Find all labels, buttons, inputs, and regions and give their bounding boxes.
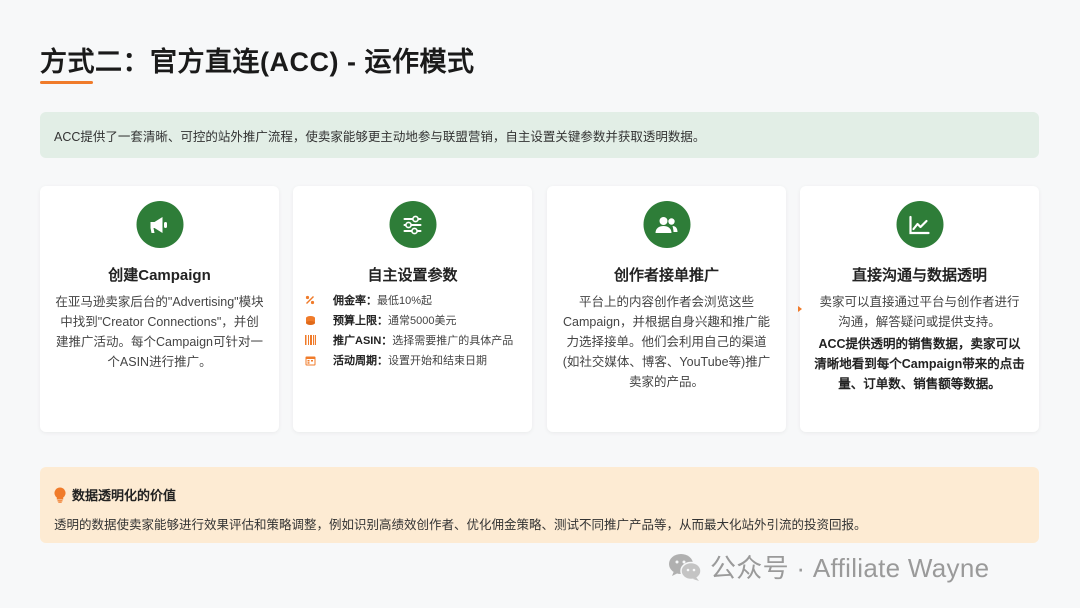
card-body: 卖家可以直接通过平台与创作者进行沟通，解答疑问或提供支持。 ACC提供透明的销售… bbox=[814, 292, 1025, 394]
value-title: 数据透明化的价值 bbox=[72, 488, 177, 503]
value-body: 透明的数据使卖家能够进行效果评估和策略调整，例如识别高绩效创作者、优化佣金策略、… bbox=[54, 518, 867, 532]
card-body-text: 卖家可以直接通过平台与创作者进行沟通，解答疑问或提供支持。 bbox=[819, 295, 1020, 329]
value-callout: 数据透明化的价值 透明的数据使卖家能够进行效果评估和策略调整，例如识别高绩效创作… bbox=[40, 467, 1039, 543]
intro-text: ACC提供了一套清晰、可控的站外推广流程，使卖家能够更主动地参与联盟营销，自主设… bbox=[54, 129, 706, 144]
card-title: 创作者接单推广 bbox=[613, 267, 719, 284]
title-underline bbox=[40, 81, 93, 84]
param-value: 通常5000美元 bbox=[388, 315, 457, 327]
barcode-icon bbox=[305, 335, 333, 345]
param-row-period: 活动周期： 设置开始和结束日期 bbox=[305, 350, 524, 370]
watermark-text: 公众号 · Affiliate Wayne bbox=[710, 553, 990, 583]
card-title: 自主设置参数 bbox=[367, 267, 458, 284]
card-create-campaign: 创建Campaign 在亚马逊卖家后台的"Advertising"模块中找到"C… bbox=[40, 186, 279, 432]
card-title: 创建Campaign bbox=[108, 267, 211, 284]
card-body-bold: ACC提供透明的销售数据，卖家可以清晰地看到每个Campaign带来的点击量、订… bbox=[814, 337, 1025, 391]
sliders-icon bbox=[389, 201, 436, 248]
card-body: 在亚马逊卖家后台的"Advertising"模块中找到"Creator Conn… bbox=[55, 295, 264, 369]
card-body: 平台上的内容创作者会浏览这些Campaign，并根据自身兴趣和推广能力选择接单。… bbox=[562, 295, 771, 389]
param-value: 最低10%起 bbox=[377, 295, 433, 307]
intro-banner: ACC提供了一套清晰、可控的站外推广流程，使卖家能够更主动地参与联盟营销，自主设… bbox=[40, 112, 1039, 158]
page-title: 方式二：官方直连(ACC) - 运作模式 bbox=[40, 47, 475, 77]
value-title-row: 数据透明化的价值 bbox=[54, 485, 176, 504]
param-key: 佣金率： bbox=[333, 295, 377, 307]
users-icon bbox=[643, 201, 690, 248]
coins-icon bbox=[305, 315, 333, 326]
param-key: 推广ASIN： bbox=[333, 335, 393, 347]
param-value: 选择需要推广的具体产品 bbox=[392, 335, 514, 347]
watermark: 公众号 · Affiliate Wayne bbox=[668, 548, 989, 585]
card-title: 直接沟通与数据透明 bbox=[851, 267, 987, 284]
lightbulb-icon bbox=[54, 486, 66, 503]
parameter-list: 佣金率： 最低10%起 预算上限： 通常5000美元 推广ASIN： 选择需要推… bbox=[305, 290, 524, 370]
card-set-parameters: 自主设置参数 佣金率： 最低10%起 预算上限： 通常5000美元 推广ASIN… bbox=[293, 186, 532, 432]
card-communication-transparency: 直接沟通与数据透明 卖家可以直接通过平台与创作者进行沟通，解答疑问或提供支持。 … bbox=[800, 186, 1039, 432]
wechat-icon bbox=[668, 552, 702, 582]
param-value: 设置开始和结束日期 bbox=[388, 355, 487, 367]
param-row-commission: 佣金率： 最低10%起 bbox=[305, 290, 524, 310]
param-row-asin: 推广ASIN： 选择需要推广的具体产品 bbox=[305, 330, 524, 350]
chart-line-icon bbox=[896, 201, 943, 248]
percent-icon bbox=[305, 295, 333, 305]
param-row-budget: 预算上限： 通常5000美元 bbox=[305, 310, 524, 330]
megaphone-icon bbox=[136, 201, 183, 248]
calendar-icon bbox=[305, 355, 333, 366]
param-key: 预算上限： bbox=[333, 315, 388, 327]
card-creator-accept: 创作者接单推广 平台上的内容创作者会浏览这些Campaign，并根据自身兴趣和推… bbox=[547, 186, 786, 432]
arrow-marker bbox=[798, 306, 802, 312]
param-key: 活动周期： bbox=[333, 355, 388, 367]
